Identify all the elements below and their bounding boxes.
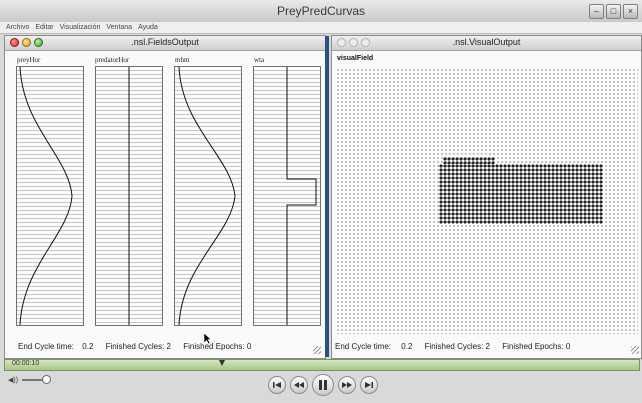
fast-forward-icon bbox=[342, 382, 352, 388]
fields-window-title: .nsl.FieldsOutput bbox=[131, 37, 199, 47]
plot-label-mhm: mhm bbox=[175, 56, 190, 64]
curve-wta bbox=[286, 67, 317, 325]
finished-epochs-value: 0 bbox=[565, 342, 571, 351]
transport-controls bbox=[268, 374, 378, 396]
plot-wta bbox=[253, 66, 321, 326]
end-cycle-value: 0.2 bbox=[82, 342, 94, 351]
minimize-button[interactable]: – bbox=[589, 4, 604, 19]
volume-knob[interactable] bbox=[42, 375, 51, 384]
plot-label-wta: wta bbox=[254, 56, 265, 64]
visual-status-bar: End Cycle time: 0.2 Finished Cycles: 2 F… bbox=[335, 342, 570, 351]
menu-visualizacion[interactable]: Visualización bbox=[60, 22, 101, 33]
resize-grip-visual[interactable] bbox=[631, 346, 639, 354]
plot-label-preyhor: preyHor bbox=[17, 56, 41, 64]
fields-window-header: .nsl.FieldsOutput bbox=[5, 36, 325, 51]
plot-preyhor bbox=[16, 66, 84, 326]
finished-epochs-label: Finished Epochs: bbox=[183, 342, 245, 351]
pause-icon bbox=[319, 380, 327, 390]
end-cycle-label: End Cycle time: bbox=[335, 342, 392, 351]
mouse-cursor-icon bbox=[203, 331, 212, 349]
window-controls: – □ × bbox=[589, 4, 638, 19]
skip-end-button[interactable] bbox=[360, 376, 378, 394]
plot-predatorhor bbox=[95, 66, 163, 326]
fields-status-bar: End Cycle time: 0.2 Finished Cycles: 2 F… bbox=[18, 342, 251, 351]
end-cycle-value: 0.2 bbox=[401, 342, 413, 351]
app-title: PreyPredCurvas bbox=[276, 4, 366, 18]
fast-forward-button[interactable] bbox=[338, 376, 356, 394]
curve-preyhor bbox=[19, 67, 73, 325]
skip-end-icon bbox=[365, 382, 373, 388]
curve-mhm bbox=[178, 67, 236, 325]
rewind-button[interactable] bbox=[290, 376, 308, 394]
playhead-icon[interactable] bbox=[219, 360, 225, 366]
finished-cycles-label: Finished Cycles: bbox=[424, 342, 484, 351]
plot-label-predatorhor: predatorHor bbox=[95, 56, 130, 64]
menubar: Archivo Editar Visualización Ventana Ayu… bbox=[0, 22, 642, 34]
end-cycle-label: End Cycle time: bbox=[18, 342, 75, 351]
finished-cycles-value: 2 bbox=[166, 342, 171, 351]
finished-epochs-label: Finished Epochs: bbox=[502, 342, 564, 351]
finished-epochs-value: 0 bbox=[246, 342, 252, 351]
finished-cycles-label: Finished Cycles: bbox=[105, 342, 165, 351]
close-button[interactable]: × bbox=[623, 4, 638, 19]
visual-field-label: visualField bbox=[337, 55, 374, 62]
finished-cycles-value: 2 bbox=[485, 342, 490, 351]
rewind-icon bbox=[294, 382, 304, 388]
menu-ventana[interactable]: Ventana bbox=[106, 22, 132, 33]
menu-editar[interactable]: Editar bbox=[35, 22, 53, 33]
menu-archivo[interactable]: Archivo bbox=[6, 22, 29, 33]
timeline-scrubber[interactable] bbox=[4, 359, 640, 371]
visual-window-title: .nsl.VisualOutput bbox=[452, 37, 521, 47]
curve-predatorhor bbox=[128, 67, 130, 325]
skip-start-button[interactable] bbox=[268, 376, 286, 394]
plot-mhm bbox=[174, 66, 242, 326]
visual-field-blob-top bbox=[443, 157, 495, 164]
maximize-button[interactable]: □ bbox=[606, 4, 621, 19]
menu-ayuda[interactable]: Ayuda bbox=[138, 22, 158, 33]
window-divider[interactable] bbox=[325, 36, 329, 357]
visual-window-header: .nsl.VisualOutput bbox=[332, 36, 641, 51]
visual-field-blob bbox=[439, 164, 603, 224]
volume-icon: ◀)) bbox=[8, 377, 19, 384]
skip-start-icon bbox=[273, 382, 281, 388]
resize-grip-fields[interactable] bbox=[313, 346, 321, 354]
current-time: 00:00:10 bbox=[12, 360, 40, 367]
pause-button[interactable] bbox=[312, 374, 334, 396]
